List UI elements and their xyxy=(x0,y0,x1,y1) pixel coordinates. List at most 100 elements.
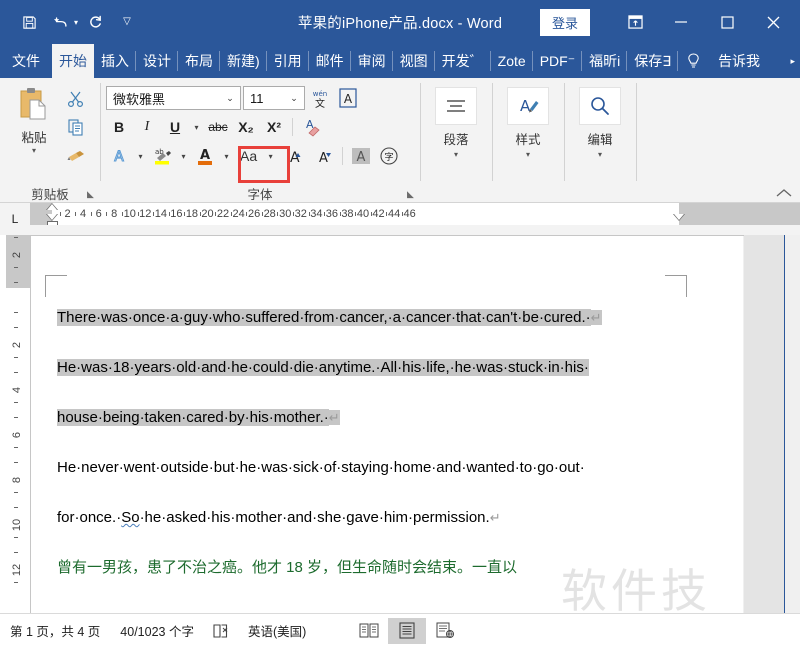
character-shading-icon[interactable]: A xyxy=(348,143,374,169)
ribbon-group-editing: 编辑 ▾ xyxy=(564,78,636,203)
customize-qat-icon[interactable]: ▽ xyxy=(112,7,142,37)
tab-new[interactable]: 新建) xyxy=(220,44,267,78)
clear-formatting-icon[interactable]: A xyxy=(298,114,324,140)
chevron-down-icon[interactable]: ⌄ xyxy=(220,93,240,104)
tab-pdf[interactable]: PDF⁻ xyxy=(533,44,583,78)
vruler-tick xyxy=(14,372,18,373)
font-name-combobox[interactable]: 微软雅黑 ⌄ xyxy=(106,86,241,110)
styles-dropdown-icon[interactable]: ▾ xyxy=(526,151,530,159)
tab-save-to[interactable]: 保存∃ xyxy=(627,44,678,78)
copy-icon[interactable] xyxy=(62,114,90,140)
language-indicator[interactable]: 英语(美国) xyxy=(238,621,316,640)
editing-button[interactable]: 编辑 ▾ xyxy=(570,83,630,183)
highlight-dropdown-icon[interactable]: ▾ xyxy=(177,143,190,169)
tab-stop-selector[interactable]: L xyxy=(0,203,30,235)
close-icon[interactable] xyxy=(750,0,796,44)
maximize-icon[interactable] xyxy=(704,0,750,44)
minimize-icon[interactable] xyxy=(658,0,704,44)
tab-foxit[interactable]: 福昕i xyxy=(582,44,628,78)
format-painter-icon[interactable] xyxy=(62,142,90,168)
ruler-number: 2 xyxy=(64,208,71,220)
italic-button[interactable]: I xyxy=(134,114,160,140)
read-mode-icon[interactable] xyxy=(350,618,388,644)
subscript-button[interactable]: X₂ xyxy=(233,114,259,140)
paste-dropdown-icon[interactable]: ▾ xyxy=(32,147,36,155)
text-run: So xyxy=(121,509,140,526)
proofing-errors-icon[interactable] xyxy=(204,623,238,639)
phonetic-guide-icon[interactable]: wén 文 xyxy=(307,85,333,111)
tab-home[interactable]: 开始 xyxy=(52,44,94,78)
document-canvas[interactable]: There·was·once·a·guy·who·suffered·from·c… xyxy=(30,235,800,613)
word-count[interactable]: 40/1023 个字 xyxy=(110,621,204,640)
text-run: house·being·taken·cared·by·his·mother.· xyxy=(57,409,329,426)
clipboard-dialog-launcher[interactable]: ◣ xyxy=(85,189,96,200)
character-border-icon[interactable]: A xyxy=(335,85,361,111)
enclose-characters-icon[interactable]: 字 xyxy=(376,143,402,169)
ruler-right-margin-zone xyxy=(679,203,800,225)
tab-overflow-icon[interactable]: ▸ xyxy=(790,44,800,78)
vertical-ruler[interactable]: 2 2 4 6 8 10 12 xyxy=(0,235,30,613)
view-buttons xyxy=(350,617,464,644)
grow-font-button[interactable]: A xyxy=(279,143,307,169)
undo-dropdown-icon[interactable]: ▾ xyxy=(74,18,78,27)
font-color-dropdown-icon[interactable]: ▾ xyxy=(220,143,233,169)
tab-layout[interactable]: 布局 xyxy=(178,44,220,78)
tab-insert[interactable]: 插入 xyxy=(94,44,136,78)
ruler-track[interactable]: 2 4 6 8 10 12 14 16 18 20 22 24 26 28 30 32 34 36 38 40 42 44… xyxy=(30,203,800,230)
lightbulb-icon[interactable] xyxy=(678,44,708,78)
strikethrough-button[interactable]: abc xyxy=(205,114,231,140)
font-dialog-launcher[interactable]: ◣ xyxy=(405,189,416,200)
ruler-number: 12 xyxy=(139,208,152,220)
tab-review[interactable]: 审阅 xyxy=(351,44,393,78)
superscript-button[interactable]: X² xyxy=(261,114,287,140)
paragraph-dropdown-icon[interactable]: ▾ xyxy=(454,151,458,159)
tab-design[interactable]: 设计 xyxy=(136,44,178,78)
horizontal-ruler[interactable]: L 2 4 6 8 10 12 14 16 18 20 22 24 26 28 30 32 34 36 38 40 42… xyxy=(0,203,800,235)
document-paragraph[interactable]: He·was·18·years·old·and·he·could·die·any… xyxy=(57,343,677,393)
document-paragraph[interactable]: house·being·taken·cared·by·his·mother.·↵ xyxy=(57,393,677,443)
change-case-button[interactable]: Aa xyxy=(235,143,262,169)
document-paragraph[interactable]: for·once.·So·he·asked·his·mother·and·she… xyxy=(57,493,677,543)
tab-mailings[interactable]: 邮件 xyxy=(309,44,351,78)
document-text-body[interactable]: There·was·once·a·guy·who·suffered·from·c… xyxy=(57,293,677,593)
document-paragraph[interactable]: 曾有一男孩，患了不治之癌。他才 18 岁，但生命随时会结束。一直以 xyxy=(57,543,677,593)
underline-dropdown-icon[interactable]: ▾ xyxy=(190,114,203,140)
tab-zotero[interactable]: Zote xyxy=(491,44,533,78)
change-case-dropdown-icon[interactable]: ▾ xyxy=(264,143,277,169)
tab-file[interactable]: 文件 xyxy=(0,44,52,78)
collapse-ribbon-icon[interactable] xyxy=(776,187,792,201)
undo-icon[interactable] xyxy=(46,7,76,37)
editing-dropdown-icon[interactable]: ▾ xyxy=(598,151,602,159)
tab-view[interactable]: 视图 xyxy=(393,44,435,78)
tab-references[interactable]: 引用 xyxy=(267,44,309,78)
font-color-icon[interactable]: A xyxy=(192,143,218,169)
web-layout-icon[interactable] xyxy=(426,618,464,644)
svg-text:A: A xyxy=(290,150,300,166)
document-paragraph[interactable]: There·was·once·a·guy·who·suffered·from·c… xyxy=(57,293,677,343)
redo-icon[interactable] xyxy=(80,7,110,37)
ribbon-display-options-icon[interactable] xyxy=(612,0,658,44)
font-size-combobox[interactable]: 11 ⌄ xyxy=(243,86,305,110)
sign-in-button[interactable]: 登录 xyxy=(539,8,590,36)
document-paragraph[interactable]: He·never·went·outside·but·he·was·sick·of… xyxy=(57,443,677,493)
bold-button[interactable]: B xyxy=(106,114,132,140)
document-page[interactable]: There·was·once·a·guy·who·suffered·from·c… xyxy=(30,235,744,613)
styles-button[interactable]: A 样式 ▾ xyxy=(498,83,558,183)
paste-button[interactable]: 粘贴 ▾ xyxy=(6,83,62,183)
ruler-tick xyxy=(184,212,186,216)
text-effects-icon[interactable]: A xyxy=(106,143,132,169)
chevron-down-icon[interactable]: ⌄ xyxy=(284,93,304,104)
ruler-number: 18 xyxy=(185,208,199,220)
underline-button[interactable]: U xyxy=(162,114,188,140)
save-icon[interactable] xyxy=(14,7,44,37)
shrink-font-button[interactable]: A xyxy=(309,143,337,169)
text-highlight-icon[interactable]: ab xyxy=(149,143,175,169)
print-layout-icon[interactable] xyxy=(388,617,427,644)
page-info[interactable]: 第 1 页，共 4 页 xyxy=(0,621,110,640)
tab-tell-me[interactable]: 告诉我 xyxy=(708,44,767,78)
ribbon: 粘贴 ▾ 剪贴板 ◣ 微软雅黑 ⌄ 11 ⌄ wén 文 A B I U ▾ a… xyxy=(0,78,800,203)
text-effects-dropdown-icon[interactable]: ▾ xyxy=(134,143,147,169)
paragraph-button[interactable]: 段落 ▾ xyxy=(426,83,486,183)
tab-developer[interactable]: 开发゛ xyxy=(435,44,491,78)
scissors-icon[interactable] xyxy=(62,86,90,112)
